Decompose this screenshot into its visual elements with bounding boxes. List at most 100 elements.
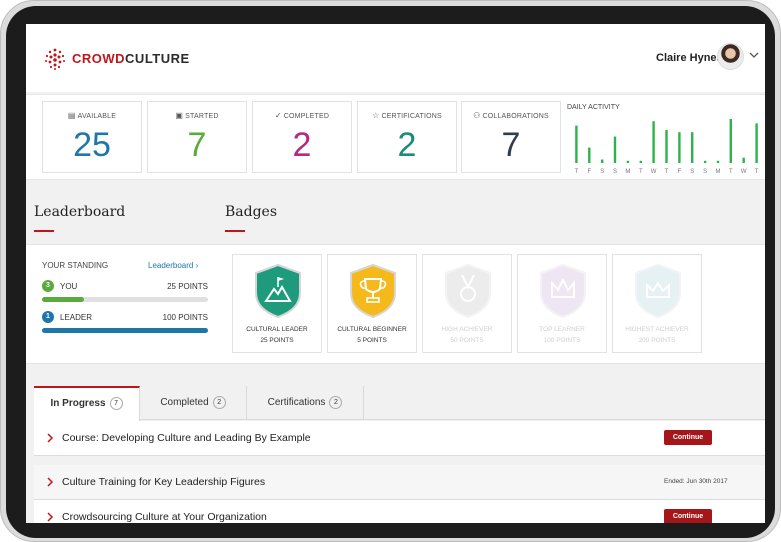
course-ended-date: Ended: Jun 30th 2017 <box>664 478 728 485</box>
leaderboard-title-underline <box>34 230 54 232</box>
leaderboard-link[interactable]: Leaderboard › <box>148 261 198 270</box>
badge-name: CULTURAL BEGINNER <box>337 326 407 333</box>
badge-points: 100 POINTS <box>543 337 581 344</box>
course-title[interactable]: Course: Developing Culture and Leading B… <box>62 432 311 444</box>
activity-day-label: W <box>741 169 747 175</box>
chevron-right-icon[interactable] <box>46 511 54 523</box>
course-row[interactable]: Culture Training for Key Leadership Figu… <box>34 465 765 500</box>
tab-completed[interactable]: Completed 2 <box>140 386 247 420</box>
daily-activity-title: DAILY ACTIVITY <box>567 104 620 111</box>
badge-points: 50 POINTS <box>450 337 484 344</box>
medal-icon <box>445 263 491 319</box>
course-row[interactable]: Crowdsourcing Culture at Your Organizati… <box>34 500 765 523</box>
brand-part-crowd: CROWD <box>72 51 126 66</box>
tab-label: Certifications <box>267 397 326 408</box>
activity-bar <box>742 157 745 163</box>
activity-bar <box>588 147 591 163</box>
top-header: CROWDCULTURE Claire Hynes <box>26 24 765 92</box>
avatar[interactable] <box>717 43 744 70</box>
tab-count: 7 <box>109 396 123 410</box>
daily-activity-svg: TFSSMTWTFSSMTWT <box>575 119 759 175</box>
badge-cultural-leader[interactable]: CULTURAL LEADER 25 POINTS <box>232 254 322 353</box>
course-title[interactable]: Culture Training for Key Leadership Figu… <box>62 476 265 488</box>
check-icon: ✓ <box>274 111 282 120</box>
stat-completed[interactable]: ✓ COMPLETED 2 <box>252 101 352 173</box>
badge-points: 25 POINTS <box>260 337 294 344</box>
stat-collaborations[interactable]: ⚇ COLLABORATIONS 7 <box>461 101 561 173</box>
badge-points: 200 POINTS <box>638 337 676 344</box>
stat-value: 2 <box>397 126 417 164</box>
activity-day-label: S <box>600 169 604 175</box>
chevron-right-icon[interactable] <box>46 476 54 488</box>
crown-icon <box>635 263 681 319</box>
tab-label: In Progress <box>50 398 106 409</box>
stat-label-row: ⚇ COLLABORATIONS <box>462 111 560 120</box>
course-title[interactable]: Crowdsourcing Culture at Your Organizati… <box>62 511 267 523</box>
stats-bar: ▤ AVAILABLE 25 ▣ STARTED 7 ✓ COMPLETED 2 ☆ C… <box>26 94 765 180</box>
badge-name: HIGHEST ACHIEVER <box>625 326 689 333</box>
book-icon: ▤ <box>67 111 76 120</box>
crowdculture-logo-icon[interactable] <box>43 47 67 71</box>
leader-progress-fill <box>42 328 208 333</box>
activity-bar <box>652 121 655 163</box>
chevron-right-icon: › <box>195 261 199 270</box>
stat-label: STARTED <box>185 113 219 120</box>
badge-high-achiever[interactable]: HIGH ACHIEVER 50 POINTS <box>422 254 512 353</box>
activity-bar <box>613 136 617 163</box>
activity-day-label: F <box>678 169 682 175</box>
course-row[interactable]: Course: Developing Culture and Leading B… <box>34 421 765 456</box>
badge-name: HIGH ACHIEVER <box>441 326 493 333</box>
user-name[interactable]: Claire Hynes <box>656 52 723 64</box>
continue-button[interactable]: Continue <box>664 430 712 445</box>
activity-bar <box>665 130 668 163</box>
activity-bar <box>575 125 578 163</box>
your-progress-bar <box>42 297 208 302</box>
stat-label: COLLABORATIONS <box>482 113 549 120</box>
briefcase-icon: ▣ <box>175 111 184 120</box>
activity-day-label: S <box>613 169 617 175</box>
tablet-frame: CROWDCULTURE Claire Hynes ▤ AVAILABLE 25 … <box>0 0 781 542</box>
activity-day-label: T <box>755 169 759 175</box>
trophy-icon <box>350 263 396 319</box>
continue-button[interactable]: Continue <box>664 509 712 523</box>
leader-label: LEADER <box>60 313 93 322</box>
tab-in-progress[interactable]: In Progress 7 <box>34 386 140 421</box>
activity-bar <box>691 132 694 163</box>
activity-day-label: M <box>625 169 630 175</box>
badge-top-learner[interactable]: TOP LEARNER 100 POINTS <box>517 254 607 353</box>
leader-progress-bar <box>42 328 208 333</box>
activity-day-label: T <box>575 169 579 175</box>
activity-day-label: T <box>639 169 643 175</box>
stat-value: 7 <box>187 126 207 164</box>
activity-bar <box>639 160 642 163</box>
badge-cultural-beginner[interactable]: CULTURAL BEGINNER 5 POINTS <box>327 254 417 353</box>
badges-title: Badges <box>225 204 278 220</box>
chevron-right-icon[interactable] <box>46 432 54 444</box>
stat-label-row: ▤ AVAILABLE <box>43 111 141 120</box>
tab-certifications[interactable]: Certifications 2 <box>247 386 364 420</box>
your-progress-fill <box>42 297 84 302</box>
tab-label: Completed <box>160 397 209 408</box>
activity-day-label: S <box>703 169 707 175</box>
stat-value: 2 <box>292 126 312 164</box>
stat-started[interactable]: ▣ STARTED 7 <box>147 101 247 173</box>
badges-title-underline <box>225 230 245 232</box>
stat-value: 25 <box>73 126 111 164</box>
activity-bar <box>703 160 707 163</box>
badge-highest-achiever[interactable]: HIGHEST ACHIEVER 200 POINTS <box>612 254 702 353</box>
stat-label: AVAILABLE <box>77 113 117 120</box>
badge-name: TOP LEARNER <box>539 326 585 333</box>
activity-bar <box>626 160 630 163</box>
stat-certifications[interactable]: ☆ CERTIFICATIONS 2 <box>357 101 457 173</box>
activity-bar <box>729 119 732 163</box>
chevron-down-icon[interactable] <box>749 50 759 60</box>
activity-bar <box>601 159 604 163</box>
brand-name[interactable]: CROWDCULTURE <box>72 51 190 66</box>
stat-label: COMPLETED <box>283 113 330 120</box>
leader-points: 100 POINTS <box>162 313 208 322</box>
app-screen: CROWDCULTURE Claire Hynes ▤ AVAILABLE 25 … <box>26 24 765 523</box>
stat-value: 7 <box>501 126 521 164</box>
activity-bar <box>678 132 681 163</box>
tab-count: 2 <box>212 395 226 409</box>
stat-available[interactable]: ▤ AVAILABLE 25 <box>42 101 142 173</box>
